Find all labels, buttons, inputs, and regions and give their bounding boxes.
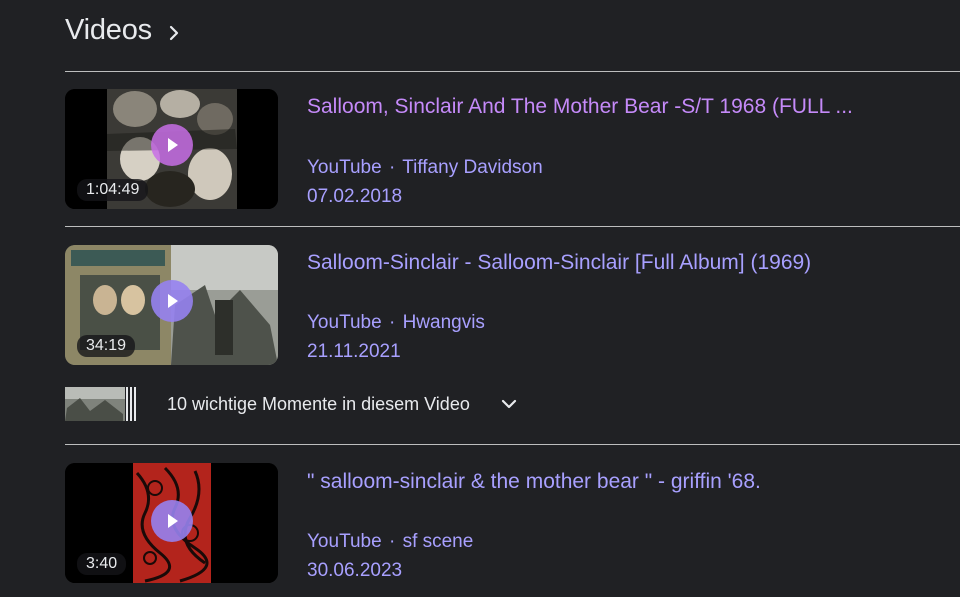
video-source: YouTube · sf scene: [307, 531, 473, 553]
play-icon: [168, 138, 178, 152]
video-source: YouTube · Tiffany Davidson: [307, 157, 543, 179]
video-duration-badge: 3:40: [77, 553, 127, 575]
meta-separator: ·: [388, 157, 396, 178]
video-source-site: YouTube: [307, 531, 382, 552]
chevron-right-icon: [166, 25, 182, 41]
play-icon: [168, 514, 178, 528]
video-source-site: YouTube: [307, 312, 382, 333]
video-channel: Tiffany Davidson: [402, 157, 543, 178]
key-moments-thumbnails: [65, 386, 137, 422]
play-button[interactable]: [151, 280, 193, 322]
video-date: 07.02.2018: [307, 186, 403, 207]
videos-header-link[interactable]: Videos: [65, 14, 182, 47]
divider: [65, 444, 960, 445]
video-channel: sf scene: [402, 531, 474, 552]
play-icon: [168, 294, 178, 308]
video-source-site: YouTube: [307, 157, 382, 178]
video-source: YouTube · Hwangvis: [307, 312, 485, 334]
video-title-link[interactable]: " salloom-sinclair & the mother bear " -…: [307, 470, 761, 494]
chevron-down-icon: [500, 395, 518, 413]
video-title-link[interactable]: Salloom-Sinclair - Salloom-Sinclair [Ful…: [307, 251, 811, 275]
video-channel: Hwangvis: [402, 312, 485, 333]
videos-heading: Videos: [65, 14, 152, 46]
videos-panel: Videos 1:04:49 Salloom, Sinclair And The…: [0, 0, 960, 597]
key-moments-label: 10 wichtige Momente in diesem Video: [167, 393, 470, 414]
video-thumbnail[interactable]: 34:19: [65, 245, 278, 365]
video-date: 21.11.2021: [307, 341, 401, 362]
video-thumbnail[interactable]: 3:40: [65, 463, 278, 583]
divider: [65, 71, 960, 72]
meta-separator: ·: [388, 312, 396, 333]
key-moments-toggle[interactable]: 10 wichtige Momente in diesem Video: [65, 386, 518, 422]
video-duration-badge: 34:19: [77, 335, 136, 357]
divider: [65, 226, 960, 227]
video-duration-badge: 1:04:49: [77, 179, 149, 201]
video-date: 30.06.2023: [307, 560, 403, 581]
video-title-link[interactable]: Salloom, Sinclair And The Mother Bear -S…: [307, 95, 853, 119]
play-button[interactable]: [151, 124, 193, 166]
video-thumbnail[interactable]: 1:04:49: [65, 89, 278, 209]
play-button[interactable]: [151, 500, 193, 542]
meta-separator: ·: [388, 531, 396, 552]
